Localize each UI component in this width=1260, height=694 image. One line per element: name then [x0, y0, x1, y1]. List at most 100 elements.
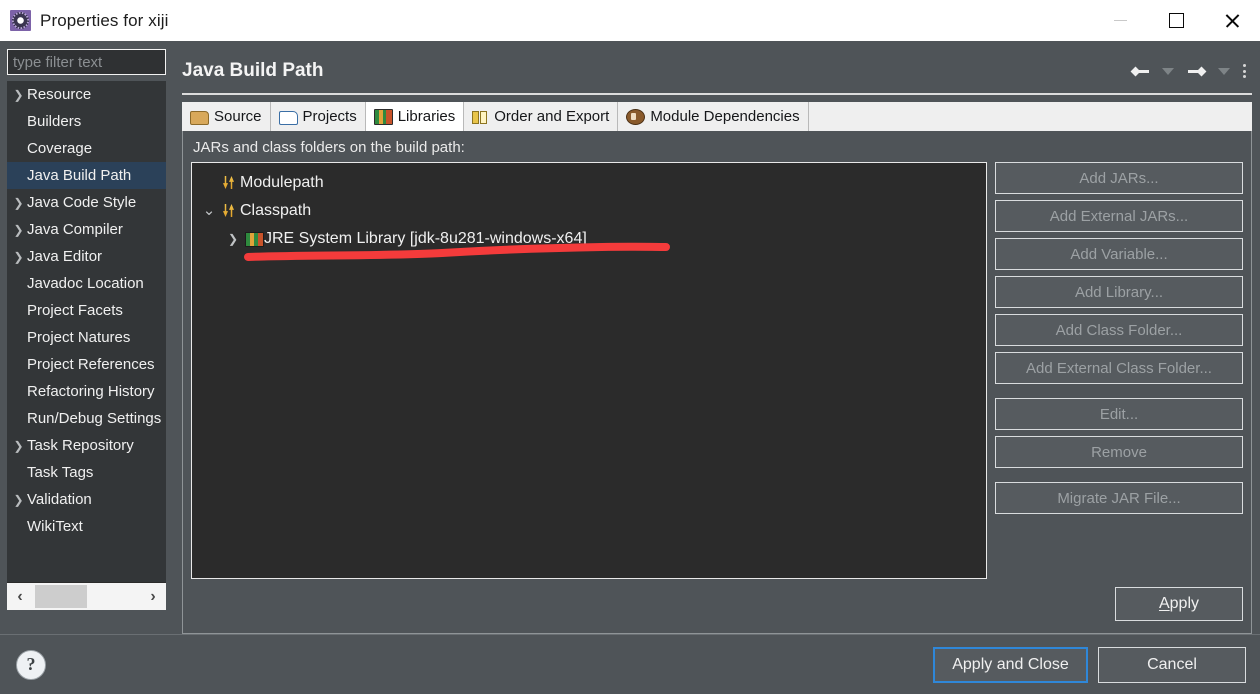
tab-bar: Source Projects Libraries Order and Export M… [182, 101, 1252, 131]
sidebar-item-label: Validation [27, 491, 92, 508]
add-variable-button: Add Variable... [995, 238, 1243, 270]
tree-item[interactable]: ❯ JRE System Library [jdk-8u281-windows-x… [192, 225, 986, 253]
sidebar-item-java-build-path[interactable]: Java Build Path [7, 162, 166, 189]
path-arrows-icon-glyph [223, 176, 237, 190]
module-dependencies-icon [626, 109, 646, 125]
back-button[interactable] [1127, 58, 1153, 84]
dialog-footer: ? Apply and Close Cancel [0, 634, 1260, 694]
chevron-right-icon[interactable]: ❯ [10, 88, 27, 102]
sidebar-item-label: Builders [27, 113, 82, 130]
sidebar-item-task-tags[interactable]: Task Tags [7, 459, 166, 486]
sidebar-horizontal-scrollbar[interactable]: ‹ › [7, 582, 166, 610]
chevron-right-icon[interactable]: ❯ [10, 223, 27, 237]
migrate-jar-file-button: Migrate JAR File... [995, 482, 1243, 514]
sidebar-item-label: Java Code Style [27, 194, 137, 211]
filter-input[interactable]: type filter text [7, 49, 166, 75]
help-question-icon[interactable]: ? [16, 649, 46, 680]
projects-folder-icon [278, 110, 298, 125]
sidebar-item-java-compiler[interactable]: ❯ Java Compiler [7, 216, 166, 243]
title-bar: Properties for xiji [0, 0, 1260, 41]
sidebar-item-project-natures[interactable]: Project Natures [7, 324, 166, 351]
sidebar-item-project-facets[interactable]: Project Facets [7, 297, 166, 324]
window-controls [1092, 0, 1260, 41]
page-title: Java Build Path [182, 60, 324, 81]
tree-item[interactable]: ⌄ Classpath [192, 197, 986, 225]
sidebar-item-label: Java Build Path [27, 167, 132, 184]
sidebar-item-coverage[interactable]: Coverage [7, 135, 166, 162]
footer-buttons: Apply and Close Cancel [933, 646, 1246, 683]
chevron-right-icon[interactable]: ❯ [222, 232, 244, 246]
add-external-jars-button: Add External JARs... [995, 200, 1243, 232]
tab-label: Projects [302, 108, 357, 125]
sidebar-filler [0, 610, 172, 634]
content-label: JARs and class folders on the build path… [193, 139, 465, 156]
tab-libraries[interactable]: Libraries [365, 102, 465, 131]
tree-item[interactable]: Modulepath [192, 169, 986, 197]
sidebar-item-task-repository[interactable]: ❯ Task Repository [7, 432, 166, 459]
tab-label: Libraries [397, 108, 456, 125]
maximize-icon [1168, 13, 1184, 28]
back-history-dropdown[interactable] [1155, 58, 1181, 84]
forward-arrow-icon [1187, 65, 1205, 78]
scroll-right-arrow-icon[interactable]: › [140, 588, 166, 606]
sidebar-item-wikitext[interactable]: WikiText [7, 513, 166, 540]
add-external-class-folder-button: Add External Class Folder... [995, 352, 1243, 384]
tab-source[interactable]: Source [182, 102, 271, 131]
sidebar-item-project-references[interactable]: Project References [7, 351, 166, 378]
sidebar-item-label: Project References [27, 356, 155, 373]
window-title: Properties for xiji [40, 10, 169, 30]
path-arrows-icon [220, 176, 240, 190]
tab-label: Order and Export [494, 108, 610, 125]
forward-button[interactable] [1183, 58, 1209, 84]
settings-tree[interactable]: ❯ Resource Builders Coverage Java Build Path… [7, 81, 166, 582]
tree-item-label: JRE System Library [jdk-8u281-windows-x6… [264, 230, 587, 247]
dot-icon [1243, 69, 1246, 73]
minimize-button[interactable] [1092, 0, 1148, 41]
add-library-button: Add Library... [995, 276, 1243, 308]
sidebar-item-label: Resource [27, 86, 92, 103]
chevron-right-icon[interactable]: ❯ [10, 250, 27, 264]
build-path-tree[interactable]: Modulepath ⌄ Classpath ❯ JRE System Library … [191, 162, 987, 579]
apply-button[interactable]: Apply [1115, 587, 1243, 621]
edit-button: Edit... [995, 398, 1243, 430]
scroll-left-arrow-icon[interactable]: ‹ [7, 588, 33, 606]
sidebar-item-java-code-style[interactable]: ❯ Java Code Style [7, 189, 166, 216]
tab-projects[interactable]: Projects [270, 102, 366, 131]
remove-button: Remove [995, 436, 1243, 468]
chevron-right-icon[interactable]: ❯ [10, 493, 27, 507]
sidebar-item-builders[interactable]: Builders [7, 108, 166, 135]
tab-order-and-export[interactable]: Order and Export [464, 102, 619, 131]
gear-icon [12, 12, 29, 29]
minimize-icon [1113, 20, 1127, 21]
close-button[interactable] [1204, 0, 1260, 41]
apply-mnemonic: A [1158, 595, 1170, 612]
sidebar-item-label: Project Facets [27, 302, 123, 319]
button-label: Migrate JAR File... [1057, 489, 1181, 507]
cancel-button[interactable]: Cancel [1098, 646, 1246, 683]
sidebar-item-resource[interactable]: ❯ Resource [7, 81, 166, 108]
button-label: Remove [1091, 443, 1147, 461]
sidebar-item-validation[interactable]: ❯ Validation [7, 486, 166, 513]
tab-module-dependencies[interactable]: Module Dependencies [618, 102, 809, 131]
chevron-right-icon[interactable]: ❯ [10, 439, 27, 453]
chevron-right-icon[interactable]: ❯ [10, 196, 27, 210]
button-label: Add Library... [1074, 283, 1164, 301]
chevron-down-icon[interactable]: ⌄ [198, 203, 220, 218]
tab-bar-filler [808, 102, 1252, 131]
sidebar-item-label: Java Compiler [27, 221, 123, 238]
forward-history-dropdown[interactable] [1211, 58, 1237, 84]
sidebar-item-label: Run/Debug Settings [27, 410, 162, 427]
tab-label: Module Dependencies [650, 108, 800, 125]
apply-and-close-button[interactable]: Apply and Close [933, 646, 1088, 683]
maximize-button[interactable] [1148, 0, 1204, 41]
order-export-arrows-icon [472, 110, 489, 124]
content-row: Modulepath ⌄ Classpath ❯ JRE System Library … [191, 162, 1243, 579]
sidebar-item-run-debug-settings[interactable]: Run/Debug Settings [7, 405, 166, 432]
scrollbar-thumb[interactable] [35, 585, 87, 608]
sidebar-item-javadoc-location[interactable]: Javadoc Location [7, 270, 166, 297]
add-class-folder-button: Add Class Folder... [995, 314, 1243, 346]
view-menu-button[interactable] [1239, 64, 1250, 78]
sidebar-item-refactoring-history[interactable]: Refactoring History [7, 378, 166, 405]
settings-sidebar: type filter text ❯ Resource Builders Covera… [0, 41, 172, 634]
sidebar-item-java-editor[interactable]: ❯ Java Editor [7, 243, 166, 270]
